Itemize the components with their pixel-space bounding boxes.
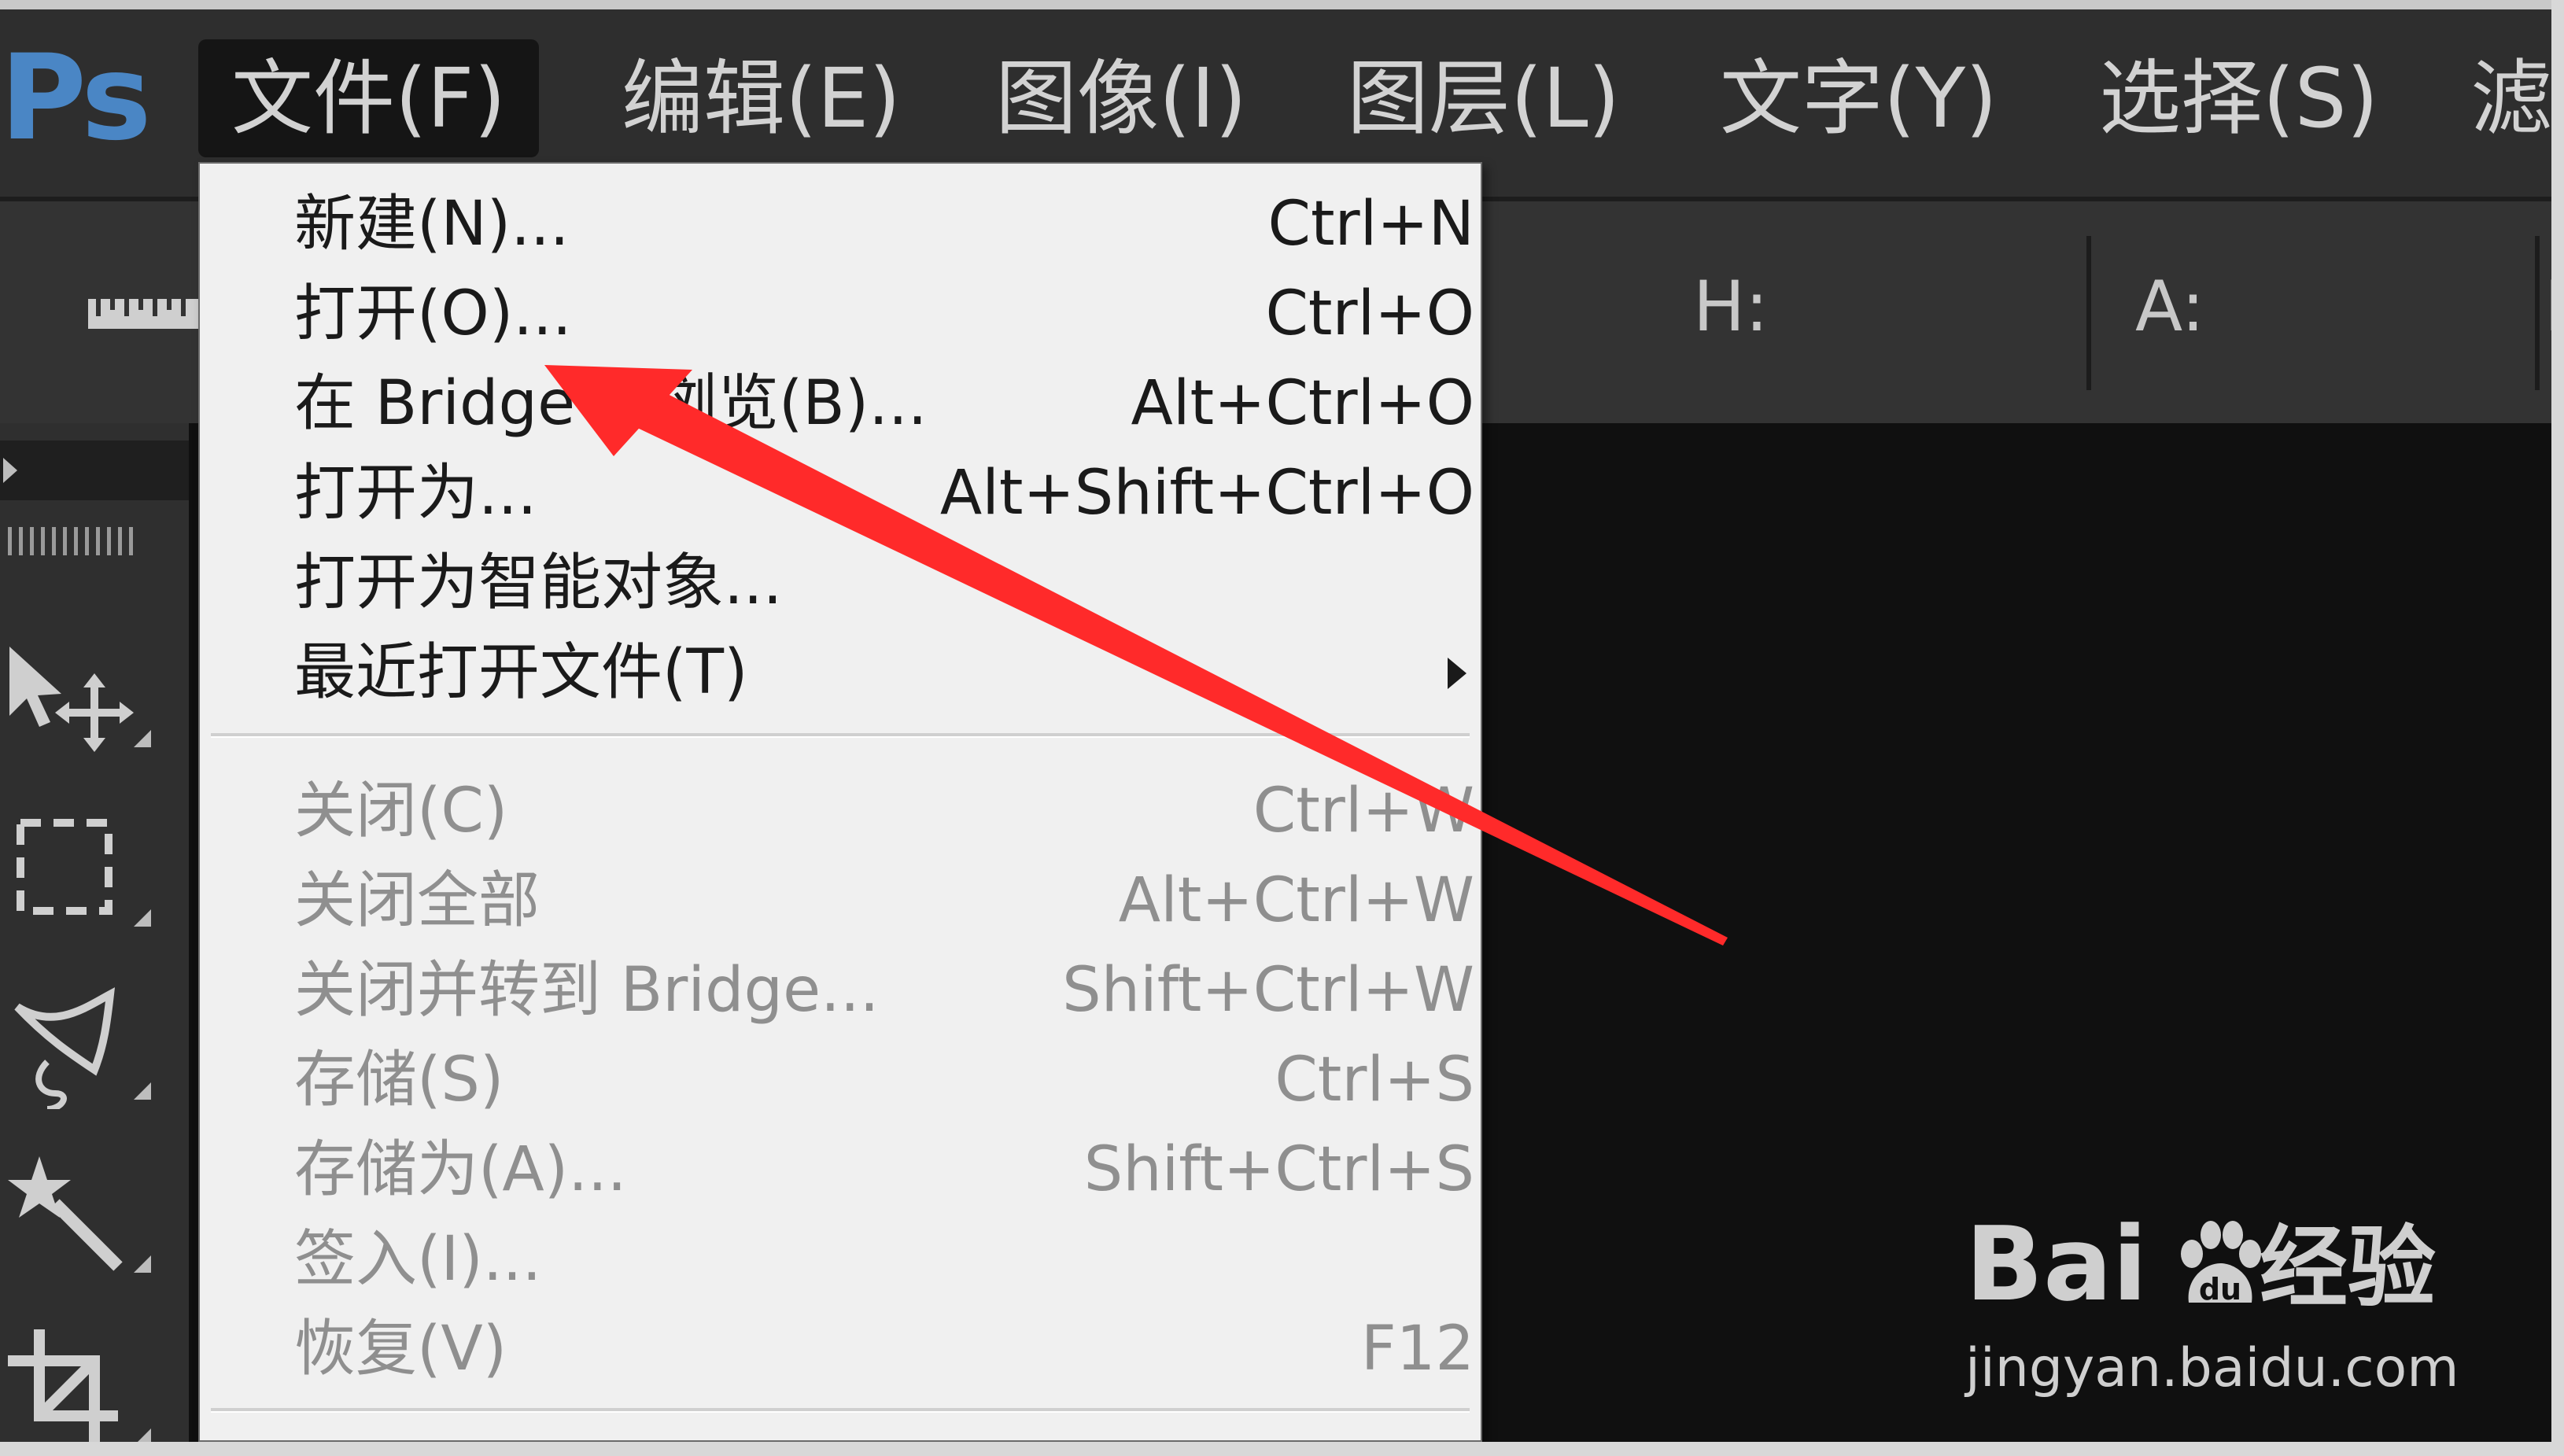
menu-item-label: 最近打开文件(T)	[294, 637, 748, 708]
svg-text:du: du	[2199, 1272, 2241, 1307]
menu-select[interactable]: 选择(S)	[2099, 39, 2378, 157]
menu-item-save[interactable]: 存储(S) Ctrl+S	[294, 1035, 1474, 1125]
menu-item-save-as[interactable]: 存储为(A)... Shift+Ctrl+S	[294, 1125, 1474, 1215]
menu-item-label: 存储(S)	[294, 1045, 504, 1115]
menu-file[interactable]: 文件(F)	[198, 39, 539, 157]
lasso-tool-icon[interactable]	[0, 975, 157, 1109]
menu-item-label: 打开为...	[294, 458, 537, 529]
screenshot-frame-right	[2551, 0, 2564, 1456]
menu-image[interactable]: 图像(I)	[995, 39, 1247, 157]
menu-item-shortcut: Shift+Ctrl+W	[1062, 955, 1474, 1026]
menu-separator	[211, 1408, 1470, 1413]
menu-item-revert[interactable]: 恢复(V) F12	[294, 1304, 1474, 1394]
menu-item-label: 签入(I)...	[294, 1224, 542, 1295]
watermark-brand: Bai	[1965, 1204, 2148, 1324]
menu-item-label: 打开为智能对象...	[294, 547, 783, 618]
menu-item-shortcut: Ctrl+S	[1275, 1045, 1474, 1115]
menu-item-shortcut: Alt+Ctrl+W	[1118, 865, 1474, 936]
menu-item-new[interactable]: 新建(N)... Ctrl+N	[294, 179, 1474, 269]
watermark-url: jingyan.baidu.com	[1965, 1337, 2459, 1399]
menu-item-open-as-smart-object[interactable]: 打开为智能对象...	[294, 538, 1474, 628]
menu-edit[interactable]: 编辑(E)	[622, 39, 901, 157]
options-separator	[2086, 236, 2091, 390]
panel-grip[interactable]	[8, 527, 134, 555]
move-tool-icon[interactable]	[0, 629, 157, 763]
watermark-brand-suffix: 经验	[2260, 1217, 2436, 1319]
menu-item-browse-in-bridge[interactable]: 在 Bridge 中浏览(B)... Alt+Ctrl+O	[294, 359, 1474, 448]
ruler-icon[interactable]	[88, 285, 198, 329]
menu-item-label: 新建(N)...	[294, 189, 570, 260]
screenshot-frame-top	[0, 0, 2564, 9]
crop-tool-icon[interactable]	[0, 1321, 157, 1455]
menu-filter[interactable]: 滤	[2470, 39, 2552, 157]
menu-item-close-all[interactable]: 关闭全部 Alt+Ctrl+W	[294, 856, 1474, 945]
tools-panel-header[interactable]	[0, 440, 189, 500]
menu-item-open-as[interactable]: 打开为... Alt+Shift+Ctrl+O	[294, 448, 1474, 538]
menu-item-open[interactable]: 打开(O)... Ctrl+O	[294, 269, 1474, 359]
magic-wand-tool-icon[interactable]	[0, 1148, 157, 1282]
height-label: H:	[1693, 266, 1769, 347]
menu-item-shortcut: Ctrl+N	[1267, 189, 1475, 260]
menu-item-check-in[interactable]: 签入(I)...	[294, 1215, 1474, 1304]
marquee-tool-icon[interactable]	[0, 802, 157, 936]
menu-item-shortcut: Shift+Ctrl+S	[1083, 1134, 1474, 1205]
menu-type[interactable]: 文字(Y)	[1720, 39, 1998, 157]
menu-item-label: 恢复(V)	[294, 1314, 507, 1384]
menu-item-open-recent[interactable]: 最近打开文件(T)	[294, 628, 1474, 717]
menu-item-shortcut: F12	[1360, 1314, 1474, 1384]
menu-layer[interactable]: 图层(L)	[1347, 39, 1620, 157]
baidu-paw-icon: du	[2181, 1221, 2261, 1307]
file-menu-dropdown: 新建(N)... Ctrl+N 打开(O)... Ctrl+O 在 Bridge…	[198, 162, 1482, 1442]
menu-item-shortcut: Alt+Ctrl+O	[1131, 368, 1474, 439]
menu-item-label: 关闭(C)	[294, 776, 508, 846]
menu-separator	[211, 733, 1470, 738]
submenu-arrow-icon	[1448, 658, 1466, 689]
panel-expand-icon[interactable]	[2, 455, 22, 486]
menu-item-label: 存储为(A)...	[294, 1134, 627, 1205]
menu-item-label: 在 Bridge 中浏览(B)...	[294, 368, 928, 439]
menu-item-shortcut: Ctrl+O	[1265, 278, 1474, 349]
photoshop-logo: Ps	[0, 30, 152, 167]
menu-item-label: 打开(O)...	[294, 278, 572, 349]
menu-item-close-and-go-to-bridge[interactable]: 关闭并转到 Bridge... Shift+Ctrl+W	[294, 945, 1474, 1035]
screenshot-frame-bottom	[0, 1442, 2564, 1456]
options-separator	[2535, 236, 2540, 390]
menu-item-close[interactable]: 关闭(C) Ctrl+W	[294, 766, 1474, 856]
menu-item-shortcut: Alt+Shift+Ctrl+O	[939, 458, 1474, 529]
menu-item-label: 关闭全部	[294, 865, 540, 936]
angle-label: A:	[2135, 266, 2205, 347]
menu-item-shortcut: Ctrl+W	[1252, 776, 1474, 846]
menu-item-label: 关闭并转到 Bridge...	[294, 955, 880, 1026]
